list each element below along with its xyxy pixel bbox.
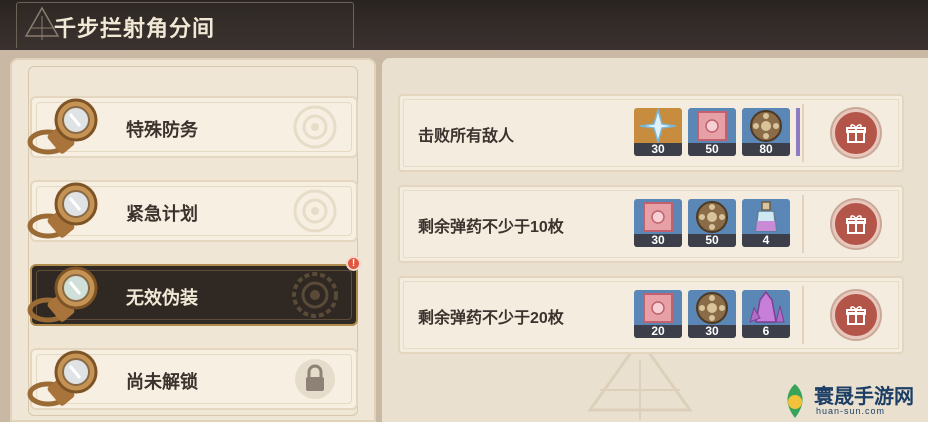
page-title: 千步拦射角分间 [54,16,216,41]
task-description: 剩余弹药不少于10枚 [418,219,564,236]
reward-flower-card[interactable]: 20 [634,290,682,338]
task-row: 剩余弹药不少于10枚 30 50 4 [398,185,904,263]
reward-film-reel[interactable]: 80 [742,108,790,156]
stage-item-locked[interactable]: 尚未解锁 [22,344,358,414]
reward-count: 30 [634,234,682,247]
reward-crystal-star[interactable]: 30 [634,108,682,156]
stage-item-emergency-plan[interactable]: 紧急计划 [22,176,358,246]
claim-reward-button[interactable] [832,109,880,157]
gift-icon [846,306,866,325]
reward-overflow-edge [796,108,800,156]
reward-count: 4 [742,234,790,247]
telescope-badge-icon [27,350,98,407]
purple-crystal-icon [749,290,785,323]
film-reel-coin-icon [750,110,782,142]
reward-film-reel[interactable]: 50 [688,199,736,247]
target-ring-icon [293,105,337,149]
telescope-badge-icon [27,182,98,239]
watermark-url: huan-sun.com [816,406,886,416]
target-ring-icon [293,189,337,233]
gear-target-icon [292,272,338,318]
reward-purple-crystal[interactable]: 6 [742,290,790,338]
row-separator [802,195,804,253]
reward-count: 30 [688,325,736,338]
telescope-badge-icon [27,98,98,155]
film-reel-coin-icon [696,201,728,233]
reward-count: 20 [634,325,682,338]
reward-count: 80 [742,143,790,156]
task-description: 剩余弹药不少于20枚 [418,310,564,327]
row-separator [802,104,804,162]
stage-label: 无效伪装 [126,288,198,308]
row-separator [802,286,804,344]
reward-count: 6 [742,325,790,338]
watermark-logo-icon [787,384,803,418]
pink-flower-card-icon [643,202,673,232]
reward-count: 50 [688,143,736,156]
reward-film-reel[interactable]: 30 [688,290,736,338]
stage-item-special-defense[interactable]: 特殊防务 [22,92,358,162]
stage-label: 紧急计划 [126,204,198,224]
stage-item-invalid-disguise[interactable]: 无效伪装 ! [22,256,361,330]
task-description: 击败所有敌人 [418,128,515,145]
lock-icon [295,359,335,399]
stage-label: 尚未解锁 [126,372,198,392]
task-row: 剩余弹药不少于20枚 20 30 6 [398,276,904,354]
new-alert-badge: ! [346,256,361,271]
claim-reward-button[interactable] [832,291,880,339]
reward-flower-card[interactable]: 30 [634,199,682,247]
reward-count: 30 [634,143,682,156]
gift-icon [846,215,866,234]
task-row: 击败所有敌人 30 50 80 [398,94,904,172]
reward-potion[interactable]: 4 [742,199,790,247]
pink-flower-card-icon [697,111,727,141]
gift-icon [846,124,866,143]
crystal-star-icon [639,108,677,144]
site-watermark: 寰晟手游网 huan-sun.com [772,380,928,422]
stage-label: 特殊防务 [126,120,198,140]
watermark-text: 寰晟手游网 [814,384,914,408]
film-reel-coin-icon [696,292,728,324]
claim-reward-button[interactable] [832,200,880,248]
potion-bottle-icon [755,201,777,232]
telescope-badge-icon [27,266,98,323]
pink-flower-card-icon [643,293,673,323]
reward-flower-card[interactable]: 50 [688,108,736,156]
reward-count: 50 [688,234,736,247]
